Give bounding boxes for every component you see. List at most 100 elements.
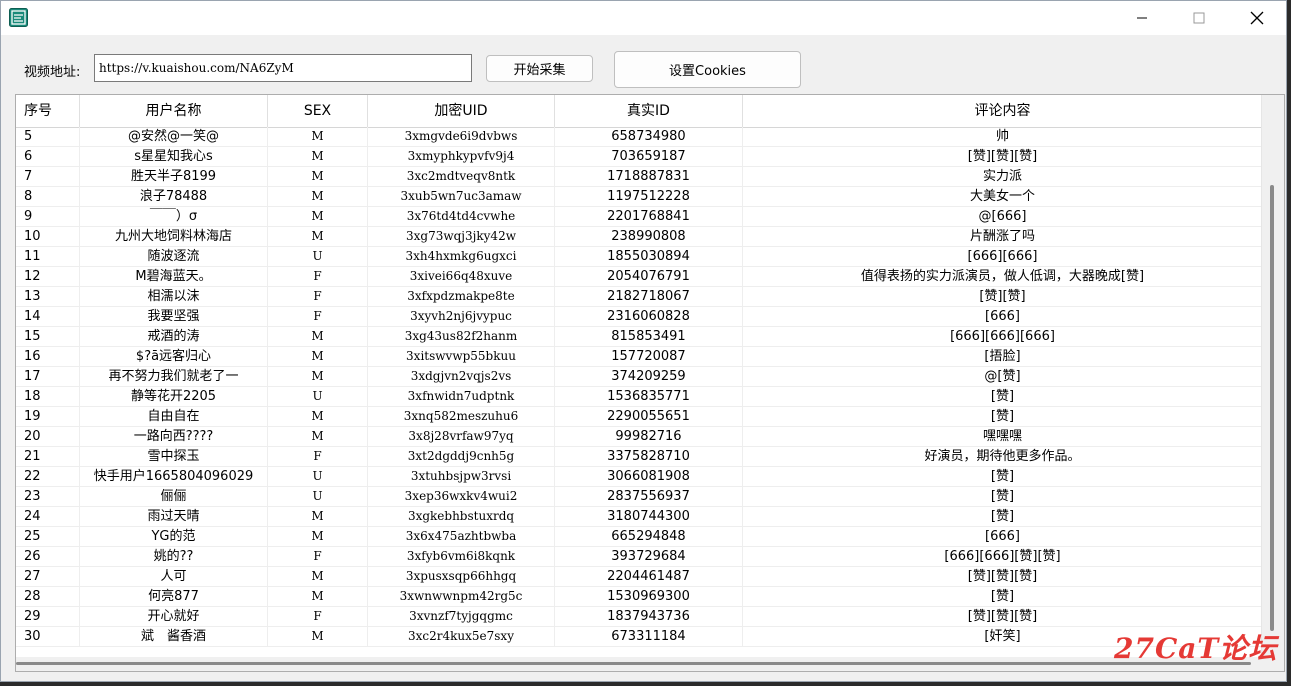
cell-encrypted-uid: 3x6x475azhtbwba (368, 527, 555, 546)
cell-sex: M (268, 407, 368, 426)
horizontal-scrollbar[interactable] (16, 657, 1262, 671)
table-row[interactable]: 7 胜天半子8199 M 3xc2mdtveqv8ntk 1718887831 实力派 (16, 167, 1262, 187)
cell-index: 27 (16, 567, 80, 586)
cell-encrypted-uid: 3xvnzf7tyjgqgmc (368, 607, 555, 626)
cell-sex: U (268, 487, 368, 506)
table-body: 5 @安然@一笑@ M 3xmgvde6i9dvbws 658734980 帅 6 s星星知我… (16, 127, 1262, 647)
cell-real-id: 1536835771 (555, 387, 743, 406)
table-row[interactable]: 24 雨过天晴 M 3xgkebhbstuxrdq 3180744300 [赞] (16, 507, 1262, 527)
cell-index: 11 (16, 247, 80, 266)
url-label: 视频地址: (24, 65, 81, 80)
column-header-comment[interactable]: 评论内容 (743, 95, 1262, 127)
table-row[interactable]: 10 九州大地饲料林海店 M 3xg73wqj3jky42w 238990808 片酬涨了… (16, 227, 1262, 247)
table-row[interactable]: 25 YG的范 M 3x6x475azhtbwba 665294848 [666] (16, 527, 1262, 547)
table-row[interactable]: 23 俪俪 U 3xep36wxkv4wui2 2837556937 [赞] (16, 487, 1262, 507)
vertical-scrollbar[interactable] (1261, 95, 1284, 671)
minimize-button[interactable] (1112, 1, 1172, 35)
cell-encrypted-uid: 3xitswvwp55bkuu (368, 347, 555, 366)
set-cookies-button[interactable]: 设置Cookies (614, 51, 801, 88)
column-header-sex[interactable]: SEX (268, 95, 368, 127)
cell-encrypted-uid: 3xc2mdtveqv8ntk (368, 167, 555, 186)
watermark: 27CaT论坛 (1114, 632, 1278, 665)
table-row[interactable]: 28 何亮877 M 3xwnwwnpm42rg5c 1530969300 [赞] (16, 587, 1262, 607)
cell-username: 九州大地饲料林海店 (80, 227, 268, 246)
column-header-index[interactable]: 序号 (16, 95, 80, 127)
table-row[interactable]: 5 @安然@一笑@ M 3xmgvde6i9dvbws 658734980 帅 (16, 127, 1262, 147)
cell-comment: [赞] (990, 469, 1015, 484)
cell-encrypted-uid: 3xt2dgddj9cnh5g (368, 447, 555, 466)
column-header-encrypted-uid[interactable]: 加密UID (368, 95, 555, 127)
cell-comment: 大美女一个 (969, 189, 1035, 204)
start-collect-button[interactable]: 开始采集 (486, 55, 593, 82)
table-row[interactable]: 27 人可 M 3xpusxsqp66hhgq 2204461487 [赞][赞][赞] (16, 567, 1262, 587)
cell-username: 开心就好 (80, 607, 268, 626)
table-row[interactable]: 17 再不努力我们就老了一 M 3xdgjvn2vqjs2vs 374209259 @[赞… (16, 367, 1262, 387)
cell-sex: M (268, 587, 368, 606)
table-header: 序号 用户名称 SEX 加密UID 真实ID 评论内容 (16, 95, 1262, 128)
cell-username: s星星知我心s (80, 147, 268, 166)
cell-real-id: 2837556937 (555, 487, 743, 506)
cell-real-id: 673311184 (555, 627, 743, 646)
cell-index: 18 (16, 387, 80, 406)
maximize-button[interactable] (1169, 1, 1229, 35)
table-row[interactable]: 13 相濡以沫 F 3xfxpdzmakpe8te 2182718067 [赞][赞] (16, 287, 1262, 307)
cell-comment: [赞] (990, 409, 1015, 424)
cell-comment: [赞] (990, 509, 1015, 524)
table-row[interactable]: 14 我要坚强 F 3xyvh2nj6jvypuc 2316060828 [666] (16, 307, 1262, 327)
cell-real-id: 374209259 (555, 367, 743, 386)
column-header-username[interactable]: 用户名称 (80, 95, 268, 127)
table-row[interactable]: 22 快手用户1665804096029 U 3xtuhbsjpw3rvsi 30660… (16, 467, 1262, 487)
cell-username: 雨过天晴 (80, 507, 268, 526)
cell-real-id: 658734980 (555, 127, 743, 146)
table-row[interactable]: 19 自由自在 M 3xnq582meszuhu6 2290055651 [赞] (16, 407, 1262, 427)
vertical-scroll-thumb[interactable] (1270, 185, 1274, 631)
cell-sex: U (268, 247, 368, 266)
title-bar (1, 1, 1286, 35)
horizontal-scroll-thumb[interactable] (16, 662, 1251, 665)
cell-real-id: 2316060828 (555, 307, 743, 326)
cell-encrypted-uid: 3xg73wqj3jky42w (368, 227, 555, 246)
cell-encrypted-uid: 3xwnwwnpm42rg5c (368, 587, 555, 606)
cell-index: 29 (16, 607, 80, 626)
cell-index: 9 (16, 207, 80, 226)
toolbar: 视频地址: https://v.kuaishou.com/NA6ZyM 开始采集… (1, 35, 1286, 93)
table-row[interactable]: 29 开心就好 F 3xvnzf7tyjgqgmc 1837943736 [赞][赞][赞… (16, 607, 1262, 627)
cell-index: 22 (16, 467, 80, 486)
cell-encrypted-uid: 3xtuhbsjpw3rvsi (368, 467, 555, 486)
cell-real-id: 703659187 (555, 147, 743, 166)
cell-username: 再不努力我们就老了一 (80, 367, 268, 386)
url-input[interactable]: https://v.kuaishou.com/NA6ZyM (94, 54, 472, 82)
table-row[interactable]: 20 一路向西???? M 3x8j28vrfaw97yq 99982716 嘿嘿嘿 (16, 427, 1262, 447)
cell-comment: [赞] (990, 589, 1015, 604)
cell-real-id: 393729684 (555, 547, 743, 566)
cell-encrypted-uid: 3xdgjvn2vqjs2vs (368, 367, 555, 386)
table-row[interactable]: 8 浪子78488 M 3xub5wn7uc3amaw 1197512228 大美女一个 (16, 187, 1262, 207)
cell-comment: [捂脸] (984, 349, 1021, 364)
table-row[interactable]: 6 s星星知我心s M 3xmyphkypvfv9j4 703659187 [赞][赞][… (16, 147, 1262, 167)
comments-table[interactable]: 序号 用户名称 SEX 加密UID 真实ID 评论内容 5 @安然@一笑@ M 3xm… (15, 94, 1285, 672)
column-header-real-id[interactable]: 真实ID (555, 95, 743, 127)
cell-index: 6 (16, 147, 80, 166)
cell-sex: M (268, 327, 368, 346)
cell-comment: 值得表扬的实力派演员，做人低调，大器晚成[赞] (860, 269, 1145, 284)
cell-encrypted-uid: 3xpusxsqp66hhgq (368, 567, 555, 586)
cell-username: ￣￣）σ (80, 207, 268, 226)
cell-comment: [赞] (990, 489, 1015, 504)
table-row[interactable]: 21 雪中探玉 F 3xt2dgddj9cnh5g 3375828710 好演员，期待他更… (16, 447, 1262, 467)
cell-sex: M (268, 567, 368, 586)
cell-username: $?ā远客归心 (80, 347, 268, 366)
table-row[interactable]: 11 随波逐流 U 3xh4hxmkg6ugxci 1855030894 [666][66… (16, 247, 1262, 267)
cell-username: 姚的?? (80, 547, 268, 566)
table-row[interactable]: 18 静等花开2205 U 3xfnwidn7udptnk 1536835771 [赞] (16, 387, 1262, 407)
table-row[interactable]: 9 ￣￣）σ M 3x76td4td4cvwhe 2201768841 @[666] (16, 207, 1262, 227)
cell-sex: F (268, 547, 368, 566)
table-row[interactable]: 26 姚的?? F 3xfyb6vm6i8kqnk 393729684 [666][666… (16, 547, 1262, 567)
table-row[interactable]: 16 $?ā远客归心 M 3xitswvwp55bkuu 157720087 [捂脸] (16, 347, 1262, 367)
table-row[interactable]: 30 斌 酱香酒 M 3xc2r4kux5e7sxy 673311184 [奸笑] (16, 627, 1262, 647)
cell-real-id: 1837943736 (555, 607, 743, 626)
table-row[interactable]: 15 戒酒的涛 M 3xg43us82f2hanm 815853491 [666][666… (16, 327, 1262, 347)
app-window: 视频地址: https://v.kuaishou.com/NA6ZyM 开始采集… (0, 0, 1287, 682)
close-button[interactable] (1227, 1, 1287, 35)
cell-sex: F (268, 307, 368, 326)
table-row[interactable]: 12 M碧海蓝天。 F 3xivei66q48xuve 2054076791 值得表扬的实… (16, 267, 1262, 287)
